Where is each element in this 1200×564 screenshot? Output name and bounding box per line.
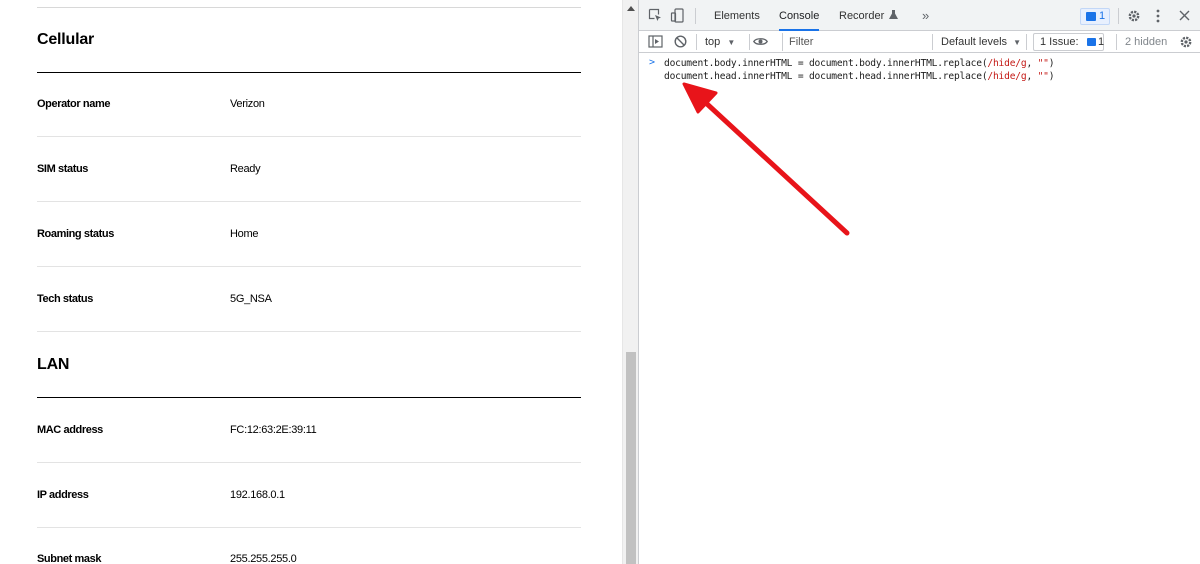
code-text: document.head.innerHTML = document.head.…	[664, 71, 988, 82]
row-label: Tech status	[37, 293, 93, 305]
row-value: Verizon	[230, 98, 265, 110]
row-label: Subnet mask	[37, 553, 102, 564]
console-line[interactable]: document.head.innerHTML = document.head.…	[664, 71, 1055, 82]
context-selector[interactable]: top ▼	[705, 31, 735, 54]
console-output[interactable]: > document.body.innerHTML = document.bod…	[639, 53, 1200, 564]
tab-recorder-label: Recorder	[839, 10, 885, 22]
row-subnet-mask: Subnet mask 255.255.255.0	[37, 527, 581, 564]
row-tech-status: Tech status 5G_NSA	[37, 267, 581, 332]
experimental-flask-icon	[889, 10, 899, 19]
row-label: SIM status	[37, 163, 89, 175]
dropdown-caret-icon: ▼	[727, 38, 736, 47]
code-text: )	[1048, 58, 1055, 69]
console-settings-gear-icon[interactable]	[1179, 35, 1193, 49]
row-value: Ready	[230, 163, 261, 175]
live-expression-eye-icon[interactable]	[753, 36, 768, 47]
more-tabs-button[interactable]: »	[922, 0, 929, 31]
code-text: )	[1048, 71, 1055, 82]
row-label: IP address	[37, 489, 89, 501]
console-filter-input[interactable]	[782, 33, 932, 51]
router-status-page: Cellular Operator name Verizon SIM statu…	[0, 0, 622, 564]
clear-console-icon[interactable]	[674, 35, 687, 48]
code-text: document.body.innerHTML = document.body.…	[664, 58, 988, 69]
messages-count: 1	[1099, 10, 1106, 22]
toolbar-divider	[696, 34, 697, 50]
device-toolbar-icon[interactable]	[670, 8, 685, 23]
console-prompt-icon: >	[649, 57, 656, 68]
console-line[interactable]: document.body.innerHTML = document.body.…	[664, 58, 1055, 69]
row-roaming-status: Roaming status Home	[37, 202, 581, 267]
issues-button[interactable]: 1 Issue: 1	[1033, 33, 1104, 51]
code-regex: /hide/g	[987, 71, 1027, 82]
issues-count: 1	[1098, 36, 1105, 48]
console-sidebar-toggle-icon[interactable]	[648, 34, 663, 49]
toolbar-divider	[1026, 34, 1027, 50]
toolbar-divider	[1116, 34, 1117, 50]
row-operator-name: Operator name Verizon	[37, 72, 581, 137]
row-value: 255.255.255.0	[230, 553, 297, 564]
issues-label: 1 Issue:	[1040, 36, 1079, 48]
log-levels-value: Default levels	[941, 36, 1008, 48]
inspect-element-icon[interactable]	[648, 8, 663, 23]
dropdown-caret-icon: ▼	[1013, 38, 1022, 47]
toolbar-divider	[749, 34, 750, 50]
more-options-kebab-icon[interactable]	[1155, 9, 1161, 23]
row-label: Roaming status	[37, 228, 114, 240]
section-title-lan: LAN	[37, 356, 70, 373]
row-value: Home	[230, 228, 259, 240]
top-divider	[37, 7, 581, 8]
row-label: MAC address	[37, 424, 103, 436]
devtools-panel: Elements Console Recorder » 1 top ▼ Filt…	[638, 0, 1200, 564]
toolbar-divider	[695, 8, 696, 24]
devtools-tabbar: Elements Console Recorder » 1	[639, 0, 1200, 31]
close-devtools-icon[interactable]	[1179, 10, 1190, 21]
code-text: ,	[1026, 71, 1038, 82]
code-string: ""	[1037, 71, 1049, 82]
code-regex: /hide/g	[987, 58, 1027, 69]
tab-elements[interactable]: Elements	[714, 0, 760, 31]
tab-recorder[interactable]: Recorder	[839, 0, 899, 31]
log-levels-dropdown[interactable]: Default levels ▼	[941, 31, 1021, 54]
row-value: 5G_NSA	[230, 293, 272, 305]
context-selector-value: top	[705, 36, 721, 48]
code-text: ,	[1026, 58, 1038, 69]
hidden-messages-count: 2 hidden	[1125, 36, 1168, 48]
row-value: 192.168.0.1	[230, 489, 285, 501]
settings-gear-icon[interactable]	[1127, 9, 1141, 23]
row-ip-address: IP address 192.168.0.1	[37, 463, 581, 528]
row-sim-status: SIM status Ready	[37, 137, 581, 202]
scrollbar-thumb[interactable]	[626, 352, 636, 564]
code-string: ""	[1037, 58, 1049, 69]
section-title-cellular: Cellular	[37, 31, 95, 48]
row-divider	[37, 331, 581, 332]
toolbar-divider	[932, 34, 933, 50]
issue-message-icon	[1087, 38, 1096, 46]
row-mac-address: MAC address FC:12:63:2E:39:11	[37, 398, 581, 463]
message-icon	[1086, 12, 1096, 21]
console-toolbar: top ▼ Default levels ▼ 1 Issue: 1 2 hidd…	[639, 31, 1200, 53]
messages-badge[interactable]: 1	[1080, 8, 1110, 25]
row-value: FC:12:63:2E:39:11	[230, 424, 317, 436]
scroll-up-arrow-icon[interactable]	[627, 6, 635, 11]
page-scrollbar[interactable]	[622, 0, 638, 564]
toolbar-divider	[1118, 8, 1119, 24]
row-label: Operator name	[37, 98, 111, 110]
tab-console[interactable]: Console	[779, 0, 820, 31]
